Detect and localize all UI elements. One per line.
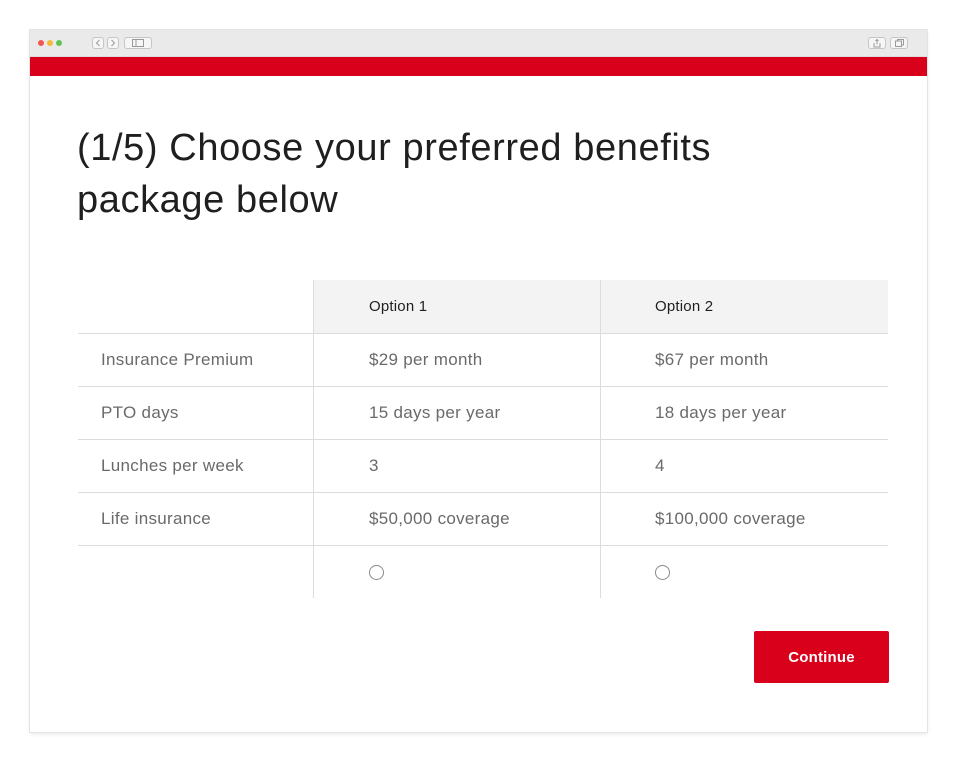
brand-header-bar <box>30 57 927 76</box>
forward-icon[interactable] <box>107 37 119 49</box>
option-1-value: 3 <box>313 440 600 492</box>
tabs-icon[interactable] <box>890 37 908 49</box>
table-header-row: Option 1 Option 2 <box>78 280 888 334</box>
selection-row-empty <box>78 546 313 598</box>
row-label: Lunches per week <box>101 456 244 475</box>
sidebar-icon[interactable] <box>124 37 152 49</box>
option-1-cell <box>313 546 600 598</box>
row-label: Life insurance <box>101 509 212 528</box>
option-1-value: $29 per month <box>313 334 600 386</box>
maximize-window-icon[interactable] <box>56 40 62 46</box>
table-row-pto-days: PTO days 15 days per year 18 days per ye… <box>78 387 888 440</box>
table-row-selection <box>78 546 888 598</box>
minimize-window-icon[interactable] <box>47 40 53 46</box>
option-1-radio[interactable] <box>369 564 384 580</box>
option-1-value: $50,000 coverage <box>313 493 600 545</box>
option-2-value: $67 per month <box>600 334 888 386</box>
continue-button[interactable]: Continue <box>754 631 889 683</box>
table-header-empty <box>78 280 313 333</box>
back-icon[interactable] <box>92 37 104 49</box>
table-row-life-insurance: Life insurance $50,000 coverage $100,000… <box>78 493 888 546</box>
browser-window: (1/5) Choose your preferred benefits pac… <box>30 30 927 732</box>
benefits-comparison-table: Option 1 Option 2 Insurance Premium $29 … <box>78 280 888 598</box>
row-label: Insurance Premium <box>101 350 254 369</box>
option-1-value: 15 days per year <box>313 387 600 439</box>
row-label: PTO days <box>101 403 179 422</box>
share-icon[interactable] <box>868 37 886 49</box>
page-title: (1/5) Choose your preferred benefits pac… <box>77 127 712 221</box>
close-window-icon[interactable] <box>38 40 44 46</box>
table-row-insurance-premium: Insurance Premium $29 per month $67 per … <box>78 334 888 387</box>
option-2-value: 4 <box>600 440 888 492</box>
column-header-option-2: Option 2 <box>600 280 888 333</box>
option-2-value: $100,000 coverage <box>600 493 888 545</box>
option-2-value: 18 days per year <box>600 387 888 439</box>
option-2-radio[interactable] <box>655 564 670 580</box>
column-header-option-1: Option 1 <box>313 280 600 333</box>
option-2-cell <box>600 546 888 598</box>
table-row-lunches-per-week: Lunches per week 3 4 <box>78 440 888 493</box>
browser-toolbar <box>30 30 927 57</box>
